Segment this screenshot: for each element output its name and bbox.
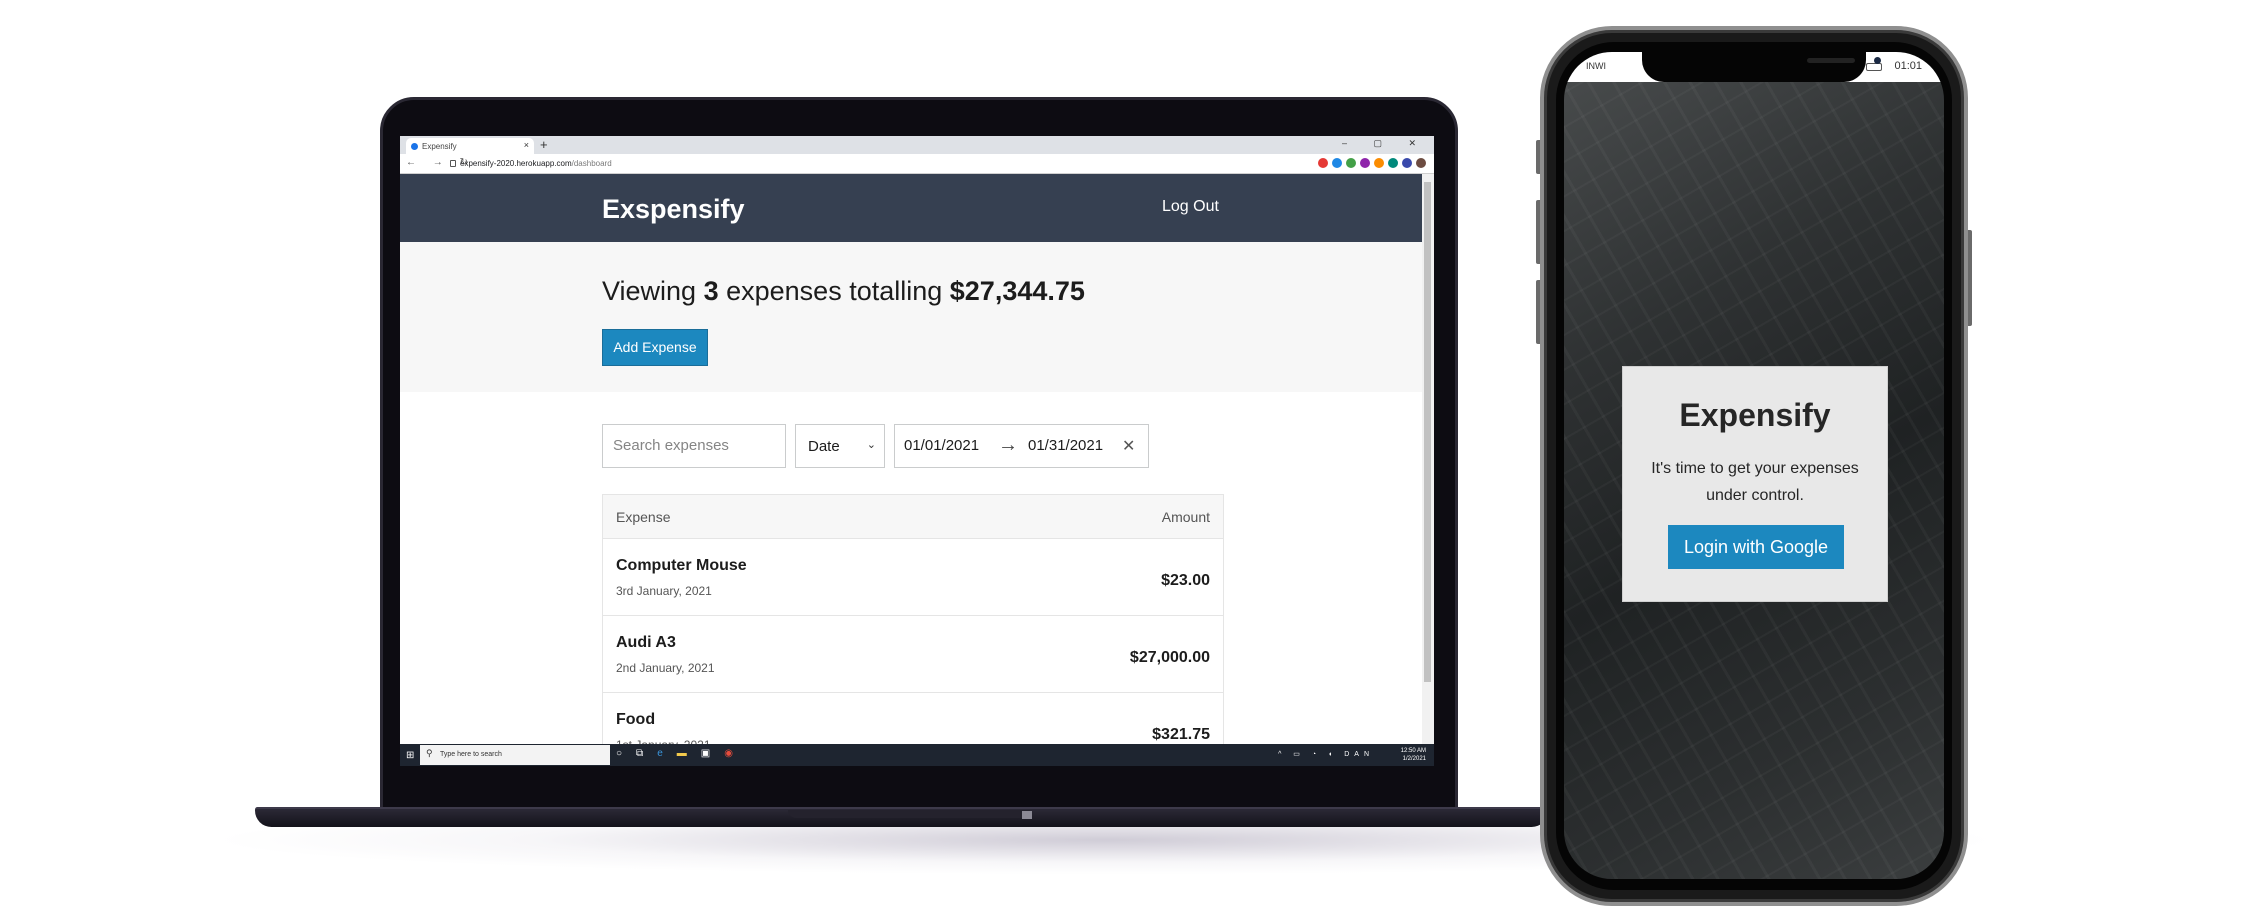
extension-icon[interactable]: [1374, 158, 1384, 168]
mockup-stage: Expensify × + – ▢ ✕ ← → ↻ expensify-2020…: [0, 0, 2244, 912]
expense-description: Computer Mouse: [616, 557, 747, 574]
battery-icon: [1866, 63, 1882, 71]
cortana-icon[interactable]: ○: [616, 748, 622, 759]
windows-start-icon[interactable]: ⊞: [406, 750, 414, 761]
laptop-notch-dot: [1022, 811, 1032, 819]
end-date-input[interactable]: 01/31/2021: [1028, 437, 1103, 454]
expense-column-header: Expense: [616, 509, 671, 525]
browser-tab[interactable]: Expensify ×: [406, 138, 534, 154]
task-view-icon[interactable]: ⧉: [636, 748, 643, 759]
taskbar-clock[interactable]: 12:50 AM 1/2/2021: [1401, 747, 1426, 763]
amount-column-header: Amount: [1161, 509, 1210, 525]
arrow-right-icon: →: [998, 434, 1018, 456]
expense-amount: $321.75: [1152, 726, 1210, 743]
url-field[interactable]: expensify-2020.herokuapp.com/dashboard: [460, 159, 612, 168]
expense-count: 3: [703, 276, 719, 306]
phone-screen: INWI 01:01 Expensify It's time to get yo…: [1564, 52, 1944, 879]
taskbar-date: 1/2/2021: [1402, 756, 1426, 762]
expense-amount: $27,000.00: [1129, 649, 1210, 666]
date-range-picker[interactable]: 01/01/2021 → 01/31/2021 ✕: [894, 424, 1149, 468]
login-card: Expensify It's time to get your expenses…: [1622, 366, 1888, 602]
extension-icon[interactable]: [1360, 158, 1370, 168]
tab-title: Expensify: [422, 142, 457, 151]
sort-select-value: Date: [808, 438, 840, 455]
taskbar-apps: ○ ⧉ e ▬ ▣ ◉: [616, 748, 733, 759]
expense-date: 2nd January, 2021: [616, 661, 715, 675]
expenses-summary: Viewing 3 expenses totalling $27,344.75 …: [400, 242, 1422, 392]
taskbar-search-placeholder: Type here to search: [440, 751, 502, 758]
expense-description: Food: [616, 711, 656, 728]
chrome-icon[interactable]: ◉: [724, 748, 733, 759]
summary-prefix: Viewing: [602, 276, 704, 306]
carrier-label: INWI: [1586, 61, 1606, 71]
tab-close-icon[interactable]: ×: [524, 140, 529, 150]
new-tab-button[interactable]: +: [540, 137, 548, 152]
laptop-notch: [788, 810, 1030, 818]
login-subtitle: It's time to get your expenses under con…: [1651, 460, 1859, 504]
url-host: expensify-2020.herokuapp.com: [460, 159, 572, 168]
expense-total: $27,344.75: [949, 276, 1085, 306]
expense-amount: $23.00: [1161, 572, 1210, 589]
page-scrollbar[interactable]: [1422, 174, 1434, 744]
expense-list: Expense Amount Computer Mouse 3rd Januar…: [602, 494, 1224, 766]
url-path: /dashboard: [571, 159, 612, 168]
extension-icon[interactable]: [1332, 158, 1342, 168]
favicon-icon: [411, 143, 418, 150]
start-date-input[interactable]: 01/01/2021: [904, 437, 979, 454]
windows-taskbar: ⊞ ⚲ Type here to search ○ ⧉ e ▬ ▣ ◉ ^ ▭ …: [400, 744, 1434, 766]
phone-clock: 01:01: [1894, 60, 1922, 72]
app-brand[interactable]: Exspensify: [602, 194, 745, 225]
app-header: Exspensify Log Out: [400, 174, 1422, 242]
extension-icon[interactable]: [1318, 158, 1328, 168]
expense-description: Audi A3: [616, 634, 676, 651]
edge-icon[interactable]: e: [657, 748, 663, 759]
browser-address-bar: ← → ↻ expensify-2020.herokuapp.com/dashb…: [400, 154, 1434, 174]
expense-list-item[interactable]: Computer Mouse 3rd January, 2021 $23.00: [603, 539, 1223, 616]
phone-notch: [1642, 52, 1881, 82]
avatar[interactable]: [1416, 158, 1426, 168]
file-explorer-icon[interactable]: ▬: [677, 748, 687, 759]
browser-tab-bar: Expensify × + – ▢ ✕: [400, 136, 1434, 154]
system-tray-icons[interactable]: ^ ▭ ◔ ◖ DAN: [1278, 750, 1374, 758]
summary-title: Viewing 3 expenses totalling $27,344.75: [602, 276, 1085, 307]
logout-button[interactable]: Log Out: [1162, 198, 1219, 216]
store-icon[interactable]: ▣: [701, 748, 710, 759]
sort-select[interactable]: Date ⌄: [795, 424, 885, 468]
extension-icons: [1318, 158, 1426, 168]
login-with-google-button[interactable]: Login with Google: [1668, 525, 1844, 569]
taskbar-search[interactable]: ⚲ Type here to search: [420, 745, 610, 765]
expense-date: 3rd January, 2021: [616, 584, 712, 598]
login-title: Expensify: [1679, 397, 1831, 433]
expense-list-item[interactable]: Audi A3 2nd January, 2021 $27,000.00: [603, 616, 1223, 693]
search-icon: ⚲: [426, 748, 433, 758]
clear-dates-icon[interactable]: ✕: [1122, 436, 1135, 456]
search-input[interactable]: Search expenses: [602, 424, 786, 468]
window-controls[interactable]: – ▢ ✕: [1342, 138, 1428, 149]
expense-list-header: Expense Amount: [603, 495, 1223, 539]
extension-icon[interactable]: [1402, 158, 1412, 168]
add-expense-button[interactable]: Add Expense: [602, 329, 708, 366]
scrollbar-thumb[interactable]: [1424, 182, 1431, 682]
tray-language: DAN: [1344, 751, 1374, 758]
chevron-down-icon: ⌄: [866, 439, 876, 451]
extension-icon[interactable]: [1346, 158, 1356, 168]
front-camera: [1874, 57, 1881, 64]
laptop-screen: Expensify × + – ▢ ✕ ← → ↻ expensify-2020…: [400, 136, 1434, 766]
lock-icon: [450, 160, 456, 167]
summary-middle: expenses totalling: [718, 276, 950, 306]
speaker-grille: [1807, 58, 1855, 63]
extension-icon[interactable]: [1388, 158, 1398, 168]
taskbar-time: 12:50 AM: [1400, 748, 1426, 754]
